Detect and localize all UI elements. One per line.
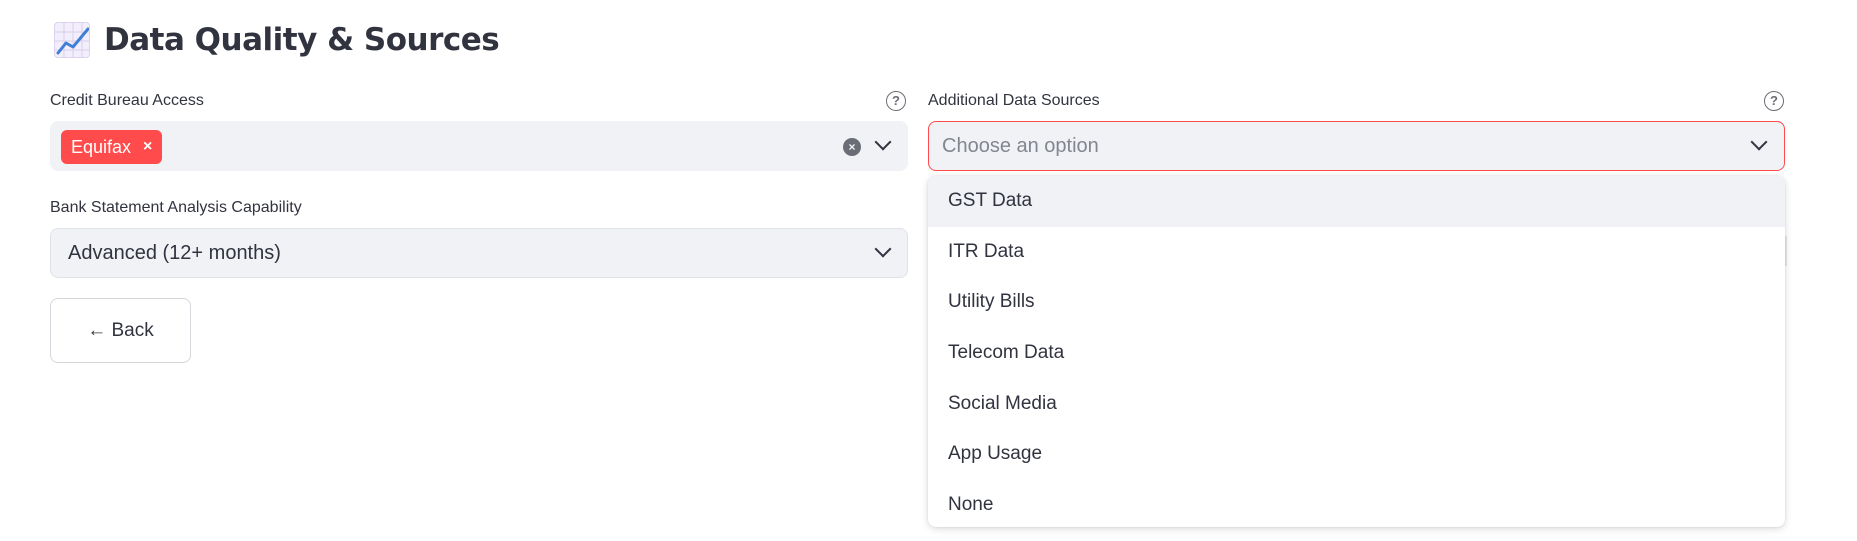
dropdown-option[interactable]: App Usage bbox=[928, 429, 1785, 480]
bank-statement-label: Bank Statement Analysis Capability bbox=[50, 199, 302, 216]
credit-bureau-multiselect[interactable]: Equifax × × bbox=[50, 121, 908, 171]
select-value[interactable]: Advanced (12+ months) bbox=[68, 242, 281, 265]
dropdown-option[interactable]: Social Media bbox=[928, 378, 1785, 429]
tag-label: Equifax bbox=[71, 136, 132, 157]
additional-sources-multiselect[interactable]: Choose an option bbox=[928, 121, 1785, 171]
page-title: Data Quality & Sources bbox=[104, 22, 500, 58]
additional-sources-dropdown: GST Data ITR Data Utility Bills Telecom … bbox=[928, 176, 1785, 527]
clear-all-icon[interactable]: × bbox=[843, 138, 861, 156]
chevron-down-icon[interactable] bbox=[874, 133, 892, 151]
additional-sources-label: Additional Data Sources bbox=[928, 92, 1100, 109]
chevron-down-icon[interactable] bbox=[1750, 133, 1768, 151]
credit-bureau-label: Credit Bureau Access bbox=[50, 92, 204, 109]
dropdown-option[interactable]: ITR Data bbox=[928, 227, 1785, 278]
dropdown-option[interactable]: GST Data bbox=[928, 176, 1785, 227]
bank-statement-select[interactable]: Advanced (12+ months) bbox=[50, 228, 908, 278]
page: Data Quality & Sources Credit Bureau Acc… bbox=[0, 0, 1857, 541]
selected-tag-equifax[interactable]: Equifax × bbox=[61, 130, 163, 164]
chart-increasing-icon bbox=[54, 22, 90, 58]
help-circle-icon[interactable]: ? bbox=[1764, 91, 1784, 111]
select-placeholder[interactable]: Choose an option bbox=[942, 135, 1099, 158]
dropdown-option[interactable]: None bbox=[928, 480, 1785, 527]
chevron-down-icon[interactable] bbox=[874, 240, 892, 258]
help-circle-icon[interactable]: ? bbox=[886, 91, 906, 111]
back-button[interactable]: ← Back bbox=[50, 298, 191, 363]
section-heading: Data Quality & Sources bbox=[54, 22, 500, 58]
dropdown-option[interactable]: Telecom Data bbox=[928, 328, 1785, 379]
tag-remove-icon[interactable]: × bbox=[143, 138, 152, 156]
dropdown-option[interactable]: Utility Bills bbox=[928, 277, 1785, 328]
